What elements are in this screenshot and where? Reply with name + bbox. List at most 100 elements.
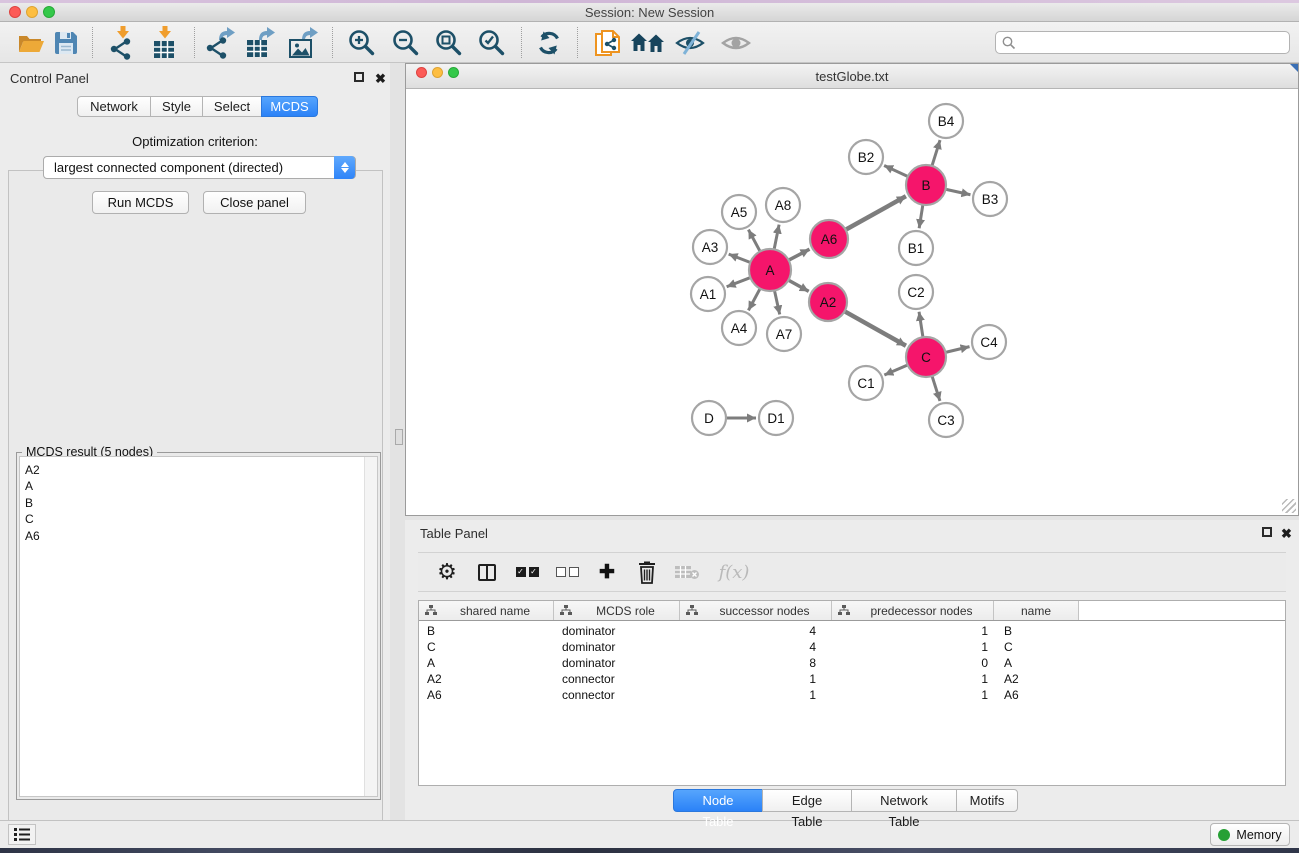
tab-edge-table[interactable]: Edge Table <box>762 789 852 812</box>
graph-edge-B-B3[interactable] <box>946 189 971 194</box>
network-canvas[interactable]: B4B2BB3A5A8A6A3B1AA1C2A2A4A7C4CC1DD1C3 <box>406 89 1298 515</box>
close-panel-icon[interactable]: ✖ <box>1281 529 1292 539</box>
graph-node-A3[interactable]: A3 <box>693 230 727 264</box>
copy-network-button[interactable] <box>589 26 625 60</box>
list-item[interactable]: A <box>25 478 377 494</box>
column-header-shared-name[interactable]: shared name <box>419 601 554 620</box>
graph-node-D1[interactable]: D1 <box>759 401 793 435</box>
graph-node-B3[interactable]: B3 <box>973 182 1007 216</box>
import-network-button[interactable] <box>105 26 141 60</box>
graph-node-C3[interactable]: C3 <box>929 403 963 437</box>
table-settings-button[interactable]: ⚙ <box>434 559 460 585</box>
refresh-button[interactable] <box>531 26 567 60</box>
graph-node-B2[interactable]: B2 <box>849 140 883 174</box>
table-row[interactable]: B dominator 4 1 B <box>419 623 1285 639</box>
graph-node-C[interactable]: C <box>906 337 946 377</box>
tab-network-table[interactable]: Network Table <box>851 789 957 812</box>
export-network-button[interactable] <box>203 26 239 60</box>
zoom-out-button[interactable] <box>388 26 424 60</box>
list-item[interactable]: B <box>25 495 377 511</box>
graph-edge-C-C2[interactable] <box>919 312 923 337</box>
tab-mcds[interactable]: MCDS <box>261 96 318 117</box>
hide-details-button[interactable] <box>672 26 708 60</box>
graph-edge-A2-C[interactable] <box>845 311 906 345</box>
graph-edge-A6-B[interactable] <box>846 196 906 230</box>
home-button[interactable] <box>630 26 666 60</box>
table-row[interactable]: A dominator 8 0 A <box>419 655 1285 671</box>
search-input[interactable] <box>1016 36 1289 50</box>
tab-network[interactable]: Network <box>77 96 151 117</box>
zoom-in-button[interactable] <box>344 26 380 60</box>
list-item[interactable]: A2 <box>25 462 377 478</box>
graph-node-A2[interactable]: A2 <box>809 283 847 321</box>
close-panel-button[interactable]: Close panel <box>203 191 306 214</box>
graph-edge-C-C3[interactable] <box>932 376 940 401</box>
save-session-button[interactable] <box>48 26 84 60</box>
import-table-button[interactable] <box>147 26 183 60</box>
graph-node-D[interactable]: D <box>692 401 726 435</box>
graph-edge-C-C4[interactable] <box>945 347 969 353</box>
graph-node-C1[interactable]: C1 <box>849 366 883 400</box>
column-header-name[interactable]: name <box>994 601 1079 620</box>
graph-edge-B-B1[interactable] <box>919 205 923 228</box>
birds-eye-button[interactable] <box>718 26 754 60</box>
scrollbar-track[interactable] <box>364 457 377 796</box>
graph-node-B[interactable]: B <box>906 165 946 205</box>
graph-edge-B-B4[interactable] <box>932 140 940 166</box>
table-row[interactable]: A2 connector 1 1 A2 <box>419 671 1285 687</box>
zoom-selected-button[interactable] <box>474 26 510 60</box>
graph-edge-A-A4[interactable] <box>748 289 760 311</box>
float-panel-icon[interactable] <box>354 72 364 82</box>
graph-edge-A-A3[interactable] <box>729 254 751 262</box>
memory-button[interactable]: Memory <box>1210 823 1290 846</box>
tab-style[interactable]: Style <box>150 96 203 117</box>
tab-node-table[interactable]: Node Table <box>673 789 763 812</box>
graph-node-C4[interactable]: C4 <box>972 325 1006 359</box>
list-item[interactable]: A6 <box>25 528 377 544</box>
panel-splitter-handle[interactable] <box>395 429 403 445</box>
graph-edge-C-C1[interactable] <box>884 365 907 375</box>
deselect-all-button[interactable] <box>554 559 580 585</box>
resize-grip-icon[interactable] <box>1282 499 1296 513</box>
graph-node-C2[interactable]: C2 <box>899 275 933 309</box>
optimization-criterion-dropdown[interactable]: largest connected component (directed) <box>43 156 356 179</box>
tab-motifs[interactable]: Motifs <box>956 789 1018 812</box>
graph-edge-A-A1[interactable] <box>727 278 751 287</box>
graph-edge-A-A2[interactable] <box>788 280 808 291</box>
graph-node-A1[interactable]: A1 <box>691 277 725 311</box>
graph-node-A[interactable]: A <box>749 249 791 291</box>
zoom-fit-button[interactable] <box>431 26 467 60</box>
mcds-result-list[interactable]: A2 A B C A6 <box>19 456 378 797</box>
graph-node-A5[interactable]: A5 <box>722 195 756 229</box>
column-header-predecessor-nodes[interactable]: predecessor nodes <box>832 601 994 620</box>
delete-button[interactable] <box>634 559 660 585</box>
graph-edge-A-A5[interactable] <box>748 230 760 252</box>
graph-edge-A-A8[interactable] <box>774 225 779 250</box>
graph-edge-A-A6[interactable] <box>789 249 810 260</box>
table-row[interactable]: A6 connector 1 1 A6 <box>419 687 1285 703</box>
graph-edge-A-A7[interactable] <box>774 291 779 315</box>
graph-node-B4[interactable]: B4 <box>929 104 963 138</box>
graph-node-A8[interactable]: A8 <box>766 188 800 222</box>
network-graph[interactable]: B4B2BB3A5A8A6A3B1AA1C2A2A4A7C4CC1DD1C3 <box>406 89 1298 515</box>
show-columns-button[interactable] <box>474 559 500 585</box>
select-all-button[interactable]: ✓✓ <box>514 559 540 585</box>
add-column-button[interactable]: ✚ <box>594 559 620 585</box>
graph-node-A4[interactable]: A4 <box>722 311 756 345</box>
column-header-successor-nodes[interactable]: successor nodes <box>680 601 832 620</box>
close-panel-icon[interactable]: ✖ <box>375 74 386 84</box>
search-field[interactable] <box>995 31 1290 54</box>
task-history-button[interactable] <box>8 824 36 845</box>
run-mcds-button[interactable]: Run MCDS <box>92 191 189 214</box>
table-row[interactable]: C dominator 4 1 C <box>419 639 1285 655</box>
graph-edge-B-B2[interactable] <box>884 165 908 176</box>
float-panel-icon[interactable] <box>1262 527 1272 537</box>
list-item[interactable]: C <box>25 511 377 527</box>
export-table-button[interactable] <box>243 26 279 60</box>
open-file-button[interactable] <box>13 26 49 60</box>
tab-select[interactable]: Select <box>202 96 262 117</box>
graph-node-B1[interactable]: B1 <box>899 231 933 265</box>
export-image-button[interactable] <box>286 26 322 60</box>
column-header-mcds-role[interactable]: MCDS role <box>554 601 680 620</box>
graph-node-A6[interactable]: A6 <box>810 220 848 258</box>
